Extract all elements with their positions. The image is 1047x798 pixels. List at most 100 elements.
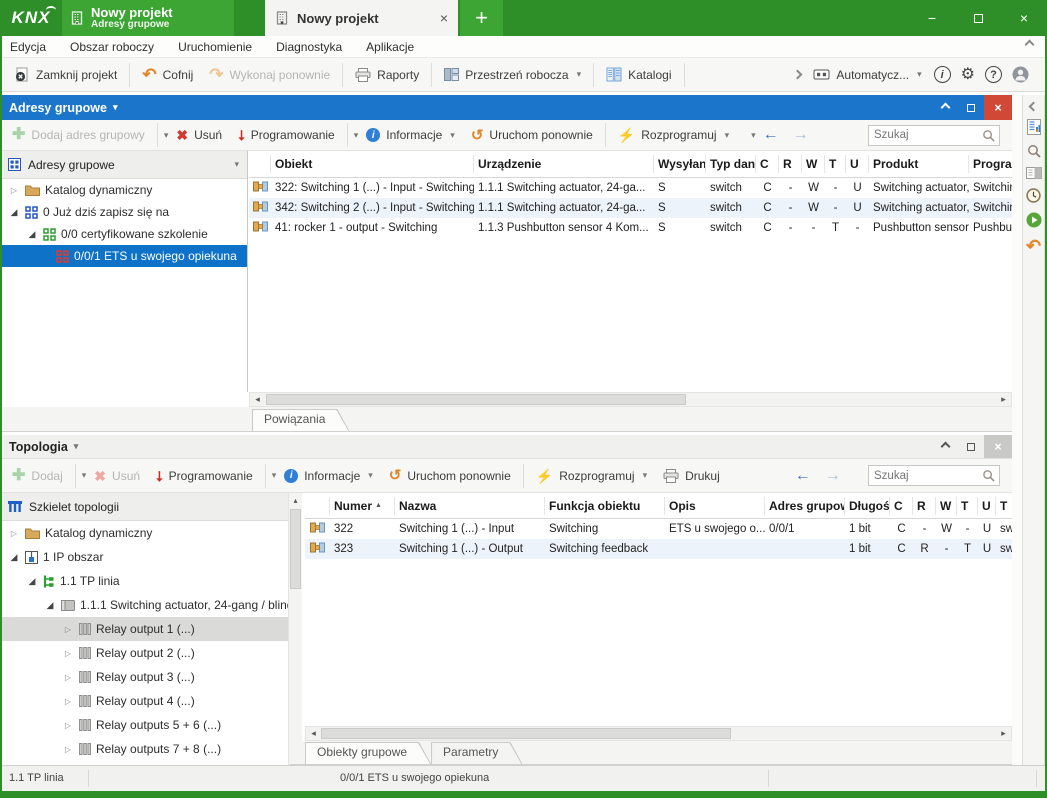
search-input[interactable] xyxy=(869,129,982,141)
gear-icon[interactable]: ⚙ xyxy=(961,67,975,83)
unload-button[interactable]: ⚡ Rozprogramuj ▾ xyxy=(528,462,655,490)
col-w[interactable]: W xyxy=(802,155,825,173)
back-arrow-icon[interactable]: ← xyxy=(756,126,786,144)
menu-diagnostyka[interactable]: Diagnostyka xyxy=(276,40,342,54)
scroll-right-icon[interactable]: ▸ xyxy=(996,393,1011,406)
close-button[interactable]: × xyxy=(1001,0,1047,36)
col-u[interactable]: U xyxy=(846,155,869,173)
collapse-sidebar-icon[interactable] xyxy=(1029,102,1039,112)
info-menu-button[interactable]: i Informacje ▾ xyxy=(276,462,381,490)
expander-collapsed-icon[interactable]: ▷ xyxy=(62,673,74,682)
close-project-button[interactable]: Zamknij projekt xyxy=(6,61,125,89)
tree-item-device[interactable]: ◢ 1.1.1 Switching actuator, 24-gang / bl… xyxy=(0,593,301,617)
tree-item-channel[interactable]: ▷ Relay outputs 7 + 8 (...) xyxy=(0,737,301,761)
col-produkt[interactable]: Produkt xyxy=(869,155,969,173)
col-numer[interactable]: Numer▲ xyxy=(330,497,395,515)
menu-obszar-roboczy[interactable]: Obszar roboczy xyxy=(70,40,154,54)
expander-expanded-icon[interactable]: ◢ xyxy=(44,600,56,611)
tree-item-katalog-dynamiczny[interactable]: ▷ Katalog dynamiczny xyxy=(0,179,247,201)
new-tab-button[interactable]: + xyxy=(460,0,503,36)
horizontal-scrollbar[interactable]: ◂ ▸ xyxy=(249,392,1012,407)
scrollbar-thumb[interactable] xyxy=(266,394,686,405)
chevron-right-icon[interactable] xyxy=(793,70,803,80)
table-row[interactable]: 322: Switching 1 (...) - Input - Switchi… xyxy=(249,178,1012,198)
forward-arrow-icon[interactable]: → xyxy=(818,467,848,485)
tree-item-ip-area[interactable]: ◢ 1 IP obszar xyxy=(0,545,301,569)
tree-item-group-address-selected[interactable]: 0/0/1 ETS u swojego opiekuna xyxy=(0,245,247,267)
menu-edycja[interactable]: Edycja xyxy=(10,40,46,54)
panel-close-button[interactable]: × xyxy=(984,95,1012,120)
delete-button[interactable]: ✖ Usuń xyxy=(86,462,148,490)
split-view-icon[interactable] xyxy=(1026,167,1042,179)
col-u[interactable]: U xyxy=(978,497,996,515)
topology-panel-header[interactable]: Topologia ▾ × xyxy=(0,435,1012,459)
info-menu-button[interactable]: i Informacje ▾ xyxy=(358,121,463,149)
scroll-left-icon[interactable]: ◂ xyxy=(306,727,321,740)
unload-button[interactable]: ⚡ Rozprogramuj ▾ xyxy=(610,121,737,149)
tree-item-channel[interactable]: ▷ Relay outputs 5 + 6 (...) xyxy=(0,713,301,737)
connection-selector[interactable]: Automatycz... ▾ xyxy=(811,61,923,89)
add-group-address-button[interactable]: ✚ Dodaj adres grupowy xyxy=(4,121,153,149)
group-addresses-panel-header[interactable]: Adresy grupowe ▾ × xyxy=(0,95,1012,120)
col-typ-danych[interactable]: Typ danych xyxy=(706,155,756,173)
run-play-icon[interactable] xyxy=(1026,212,1042,228)
search-input[interactable] xyxy=(869,470,982,482)
tab-close-icon[interactable]: × xyxy=(440,10,448,26)
restart-button[interactable]: ↺ Uruchom ponownie xyxy=(463,121,601,149)
tree-item-channel[interactable]: ▷ Relay output 2 (...) xyxy=(0,641,301,665)
maximize-button[interactable] xyxy=(955,0,1001,36)
redo-button[interactable]: ↷ Wykonaj ponownie xyxy=(201,61,338,89)
chevron-down-icon[interactable]: ▾ xyxy=(234,159,239,170)
add-button[interactable]: ✚ Dodaj xyxy=(4,462,71,490)
panel-close-button[interactable]: × xyxy=(984,435,1012,458)
panel-maximize-button[interactable] xyxy=(958,435,984,458)
pending-operations-clock-icon[interactable] xyxy=(1026,188,1041,203)
expander-collapsed-icon[interactable]: ▷ xyxy=(62,721,74,730)
tree-header[interactable]: Szkielet topologii xyxy=(0,493,301,521)
undo-button[interactable]: ↶ Cofnij xyxy=(134,61,201,89)
history-undo-icon[interactable]: ↶ xyxy=(1026,237,1041,255)
vertical-scrollbar[interactable]: ▴ ▾ xyxy=(288,493,302,765)
col-adres-grupowy[interactable]: Adres grupow xyxy=(765,497,845,515)
expander-collapsed-icon[interactable]: ▷ xyxy=(62,649,74,658)
tree-item-main-group[interactable]: ◢ 0 Już dziś zapisz się na xyxy=(0,201,247,223)
col-t2[interactable]: T xyxy=(996,497,1012,515)
project-tab-inactive[interactable]: Nowy projekt × xyxy=(265,0,458,36)
help-button[interactable]: ? xyxy=(985,66,1002,83)
col-c[interactable]: C xyxy=(756,155,779,173)
program-button[interactable]: ⭣ Programowanie xyxy=(230,121,343,149)
col-w[interactable]: W xyxy=(936,497,957,515)
table-row[interactable]: 322 Switching 1 (...) - Input Switching … xyxy=(305,519,1012,539)
tab-parametry[interactable]: Parametry xyxy=(431,742,522,764)
tab-obiekty-grupowe[interactable]: Obiekty grupowe xyxy=(305,742,431,764)
col-dlugosc[interactable]: Długoś xyxy=(845,497,890,515)
table-row[interactable]: 342: Switching 2 (...) - Input - Switchi… xyxy=(249,198,1012,218)
horizontal-scrollbar[interactable]: ◂ ▸ xyxy=(305,726,1012,741)
expander-expanded-icon[interactable]: ◢ xyxy=(26,576,38,587)
col-r[interactable]: R xyxy=(913,497,936,515)
col-funkcja-obiektu[interactable]: Funkcja obiektu xyxy=(545,497,665,515)
print-button[interactable]: Drukuj xyxy=(655,462,728,490)
minimize-button[interactable]: − xyxy=(909,0,955,36)
restart-button[interactable]: ↺ Uruchom ponownie xyxy=(381,462,519,490)
reports-button[interactable]: Raporty xyxy=(347,61,427,89)
user-icon[interactable] xyxy=(1012,66,1029,83)
program-button[interactable]: ⭣ Programowanie xyxy=(148,462,261,490)
forward-arrow-icon[interactable]: → xyxy=(786,126,816,144)
catalogs-button[interactable]: Katalogi xyxy=(598,61,679,89)
tree-item-channel[interactable]: ▷ Relay output 4 (...) xyxy=(0,689,301,713)
tab-powiazania[interactable]: Powiązania xyxy=(252,409,349,431)
panel-maximize-button[interactable] xyxy=(958,95,984,120)
search-icon[interactable] xyxy=(1027,144,1041,158)
expander-collapsed-icon[interactable]: ▷ xyxy=(62,745,74,754)
expander-collapsed-icon[interactable]: ▷ xyxy=(8,529,20,538)
scroll-up-icon[interactable]: ▴ xyxy=(289,493,302,507)
report-document-icon[interactable] xyxy=(1027,119,1041,135)
scroll-right-icon[interactable]: ▸ xyxy=(996,727,1011,740)
workspace-button[interactable]: Przestrzeń robocza ▾ xyxy=(436,61,589,89)
tree-item-channel[interactable]: ▷ Relay output 3 (...) xyxy=(0,665,301,689)
scrollbar-thumb[interactable] xyxy=(321,728,731,739)
col-obiekt[interactable]: Obiekt xyxy=(271,155,474,173)
scrollbar-thumb[interactable] xyxy=(290,509,301,589)
table-row[interactable]: 323 Switching 1 (...) - Output Switching… xyxy=(305,539,1012,559)
